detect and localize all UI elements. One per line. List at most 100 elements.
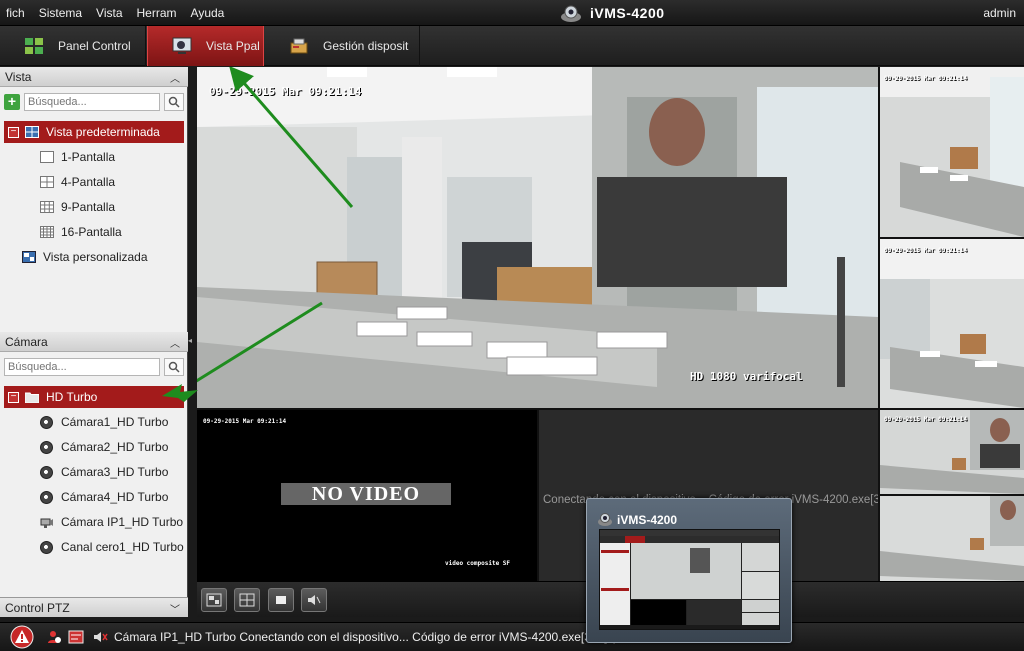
video-tile-3[interactable]: 09-29-2015 Mar 09:21:14: [880, 239, 1024, 408]
tab-label: Panel Control: [58, 39, 131, 53]
tree-item-hd-turbo[interactable]: − HD Turbo: [4, 386, 184, 408]
tree-item-4-pantalla[interactable]: 4-Pantalla: [40, 171, 220, 193]
single-screen-icon: [40, 151, 54, 163]
tab-vista-ppal[interactable]: Vista Ppal: [147, 26, 264, 66]
video-tile-5[interactable]: [880, 496, 1024, 581]
camera-search-input[interactable]: [4, 358, 160, 376]
tree-item-camara4[interactable]: Cámara4_HD Turbo: [40, 486, 220, 508]
tree-item-label: Cámara IP1_HD Turbo: [61, 515, 184, 529]
mute-icon[interactable]: [92, 629, 108, 645]
tree-item-label: Cámara4_HD Turbo: [61, 490, 169, 504]
menu-bar: fich Sistema Vista Herram Ayuda: [6, 0, 238, 26]
event-icon[interactable]: [68, 629, 84, 645]
screen-layout-button[interactable]: [201, 588, 227, 612]
no-video-banner: NO VIDEO: [281, 483, 451, 505]
vista-panel-title: Vista: [5, 70, 32, 84]
tree-item-16-pantalla[interactable]: 16-Pantalla: [40, 221, 220, 243]
status-message: Cámara IP1_HD Turbo Conectando con el di…: [114, 630, 631, 644]
camera-icon: [40, 440, 53, 454]
device-management-icon: [289, 37, 309, 55]
tab-label: Gestión disposit: [323, 39, 409, 53]
tile-timestamp: 09-29-2015 Mar 09:21:14: [884, 75, 968, 82]
tab-label: Vista Ppal: [206, 39, 260, 53]
video-tile-no-video[interactable]: 09-29-2015 Mar 09:21:14 NO VIDEO video c…: [197, 410, 537, 581]
title-bar: fich Sistema Vista Herram Ayuda iVMS-420…: [0, 0, 1024, 26]
menu-system[interactable]: Sistema: [39, 6, 82, 20]
collapse-icon[interactable]: −: [8, 391, 19, 403]
ptz-panel-title: Control PTZ: [5, 601, 70, 615]
grid-icon: [24, 37, 44, 55]
app-logo-icon: [597, 511, 613, 527]
tree-item-vista-personalizada[interactable]: Vista personalizada: [22, 246, 202, 268]
left-panel: Vista ︿ + − Vista predeterminada 1-Panta…: [0, 67, 188, 617]
camera-panel-header[interactable]: Cámara ︿: [0, 332, 188, 352]
camera-icon: [40, 415, 53, 429]
vista-search-input[interactable]: [24, 93, 160, 111]
tab-panel-control[interactable]: Panel Control: [0, 26, 146, 66]
tree-item-camara3[interactable]: Cámara3_HD Turbo: [40, 461, 220, 483]
app-title-text: iVMS-4200: [590, 5, 665, 21]
chevron-up-icon[interactable]: ︿: [170, 70, 180, 85]
menu-file[interactable]: fich: [6, 6, 25, 20]
arrow-head-to-group: [162, 384, 198, 402]
collapse-left-icon[interactable]: ◂: [188, 336, 196, 350]
custom-view-icon: [22, 251, 36, 263]
app-logo-icon: [560, 3, 582, 23]
user-alarm-icon[interactable]: [46, 629, 62, 645]
video-tile-4[interactable]: 09-29-2015 Mar 09:21:14: [880, 410, 1024, 494]
stop-all-button[interactable]: [268, 588, 294, 612]
preview-thumbnail-image: [600, 530, 779, 629]
tree-item-label: 4-Pantalla: [61, 175, 116, 189]
tab-bar: Panel Control Vista Ppal Gestión disposi…: [0, 26, 1024, 66]
app-title: iVMS-4200: [560, 3, 665, 23]
tree-item-camara2[interactable]: Cámara2_HD Turbo: [40, 436, 220, 458]
ptz-panel-header[interactable]: Control PTZ ﹀: [0, 597, 188, 617]
vista-panel-header[interactable]: Vista ︿: [0, 67, 188, 87]
view-grid-icon: [25, 126, 39, 138]
main-timestamp: 09-29-2015 Mar 09:21:14: [209, 85, 362, 98]
ip-camera-icon: [40, 516, 54, 528]
tree-item-label: Cámara2_HD Turbo: [61, 440, 169, 454]
alarm-icon[interactable]: [10, 625, 34, 649]
menu-view[interactable]: Vista: [96, 6, 122, 20]
tree-item-1-pantalla[interactable]: 1-Pantalla: [40, 146, 220, 168]
taskbar-preview[interactable]: iVMS-4200: [586, 498, 792, 643]
video-tile-main[interactable]: 09-29-2015 Mar 09:21:14 HD 1080 varifoca…: [197, 67, 878, 408]
camera-panel-title: Cámara: [5, 335, 48, 349]
search-icon[interactable]: [164, 93, 184, 111]
tree-item-camara-ip1[interactable]: Cámara IP1_HD Turbo: [40, 511, 220, 533]
monitor-camera-icon: [172, 37, 192, 55]
video-frame-office: [197, 67, 878, 408]
tree-item-canal-cero1[interactable]: Canal cero1_HD Turbo: [40, 536, 220, 558]
four-screen-icon: [40, 176, 54, 188]
tree-item-9-pantalla[interactable]: 9-Pantalla: [40, 196, 220, 218]
no-video-caption: video composite SF: [445, 560, 511, 567]
status-bar: Cámara IP1_HD Turbo Conectando con el di…: [0, 622, 1024, 651]
camera-icon: [40, 540, 53, 554]
tree-item-label: Cámara3_HD Turbo: [61, 465, 169, 479]
video-tile-2[interactable]: 09-29-2015 Mar 09:21:14: [880, 67, 1024, 237]
menu-help[interactable]: Ayuda: [191, 6, 225, 20]
camera-icon: [40, 490, 53, 504]
preview-title: iVMS-4200: [617, 513, 678, 527]
nine-screen-icon: [40, 201, 54, 213]
search-icon[interactable]: [164, 358, 184, 376]
tree-item-camara1[interactable]: Cámara1_HD Turbo: [40, 411, 220, 433]
chevron-down-icon[interactable]: ﹀: [170, 601, 180, 616]
window-division-button[interactable]: [234, 588, 260, 612]
video-frame-office: [880, 496, 1024, 581]
menu-tools[interactable]: Herram: [137, 6, 177, 20]
tab-gestion-disposit[interactable]: Gestión disposit: [265, 26, 420, 66]
tree-item-label: Vista predeterminada: [46, 125, 160, 139]
tree-item-label: HD Turbo: [46, 390, 98, 404]
tree-item-label: 16-Pantalla: [61, 225, 122, 239]
camera-icon: [40, 465, 53, 479]
add-view-button[interactable]: +: [4, 94, 20, 110]
tree-item-vista-predeterminada[interactable]: − Vista predeterminada: [4, 121, 184, 143]
vista-search-row: +: [4, 92, 184, 112]
folder-icon: [25, 391, 39, 403]
collapse-icon[interactable]: −: [8, 126, 19, 138]
chevron-up-icon[interactable]: ︿: [170, 335, 180, 350]
volume-icon[interactable]: [301, 588, 327, 612]
user-name[interactable]: admin: [983, 6, 1016, 20]
